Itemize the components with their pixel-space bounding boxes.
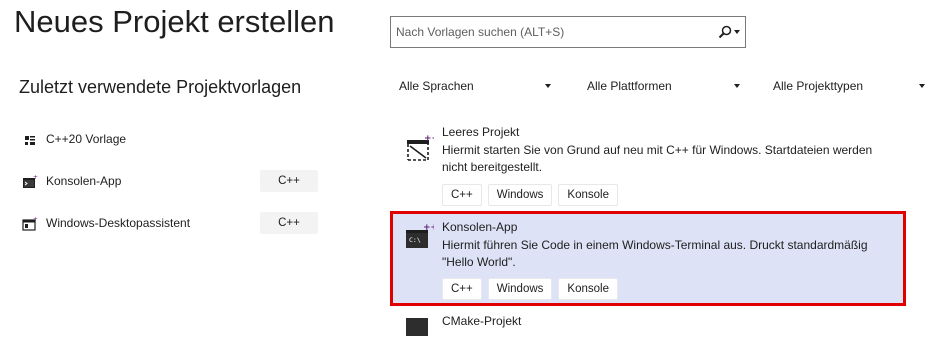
language-badge: C++: [260, 212, 318, 234]
desktop-wizard-icon: ++: [22, 216, 38, 231]
chevron-down-icon: [545, 84, 551, 88]
cpp-template-icon: [25, 136, 35, 145]
svg-text:++: ++: [423, 223, 434, 233]
project-type-filter-dropdown[interactable]: Alle Projekttypen: [765, 74, 933, 98]
tag-language: C++: [442, 278, 482, 300]
search-icon[interactable]: [718, 25, 732, 39]
tag-project-type: Konsole: [558, 184, 618, 206]
template-name: Leeres Projekt: [442, 125, 520, 139]
template-empty-project[interactable]: ++ Leeres Projekt Hiermit starten Sie vo…: [390, 120, 906, 210]
svg-text:++: ++: [424, 134, 434, 144]
svg-text:++: ++: [33, 216, 38, 223]
recent-item-label: C++20 Vorlage: [46, 132, 127, 146]
recent-item-console-app[interactable]: ++ Konsolen-App C++: [20, 170, 318, 193]
platform-filter-label: Alle Plattformen: [587, 79, 672, 93]
search-options-dropdown-icon[interactable]: [734, 30, 740, 34]
tag-platform: Windows: [487, 278, 553, 300]
template-tags: C++ Windows Konsole: [442, 278, 618, 300]
tag-platform: Windows: [487, 184, 553, 206]
language-filter-label: Alle Sprachen: [399, 79, 474, 93]
platform-filter-dropdown[interactable]: Alle Plattformen: [579, 74, 747, 98]
language-filter-dropdown[interactable]: Alle Sprachen: [391, 74, 559, 98]
template-description: Hiermit führen Sie Code in einem Windows…: [442, 238, 868, 269]
svg-text:++: ++: [33, 174, 38, 181]
tag-language: C++: [442, 184, 482, 206]
recent-item-label: Konsolen-App: [46, 174, 122, 188]
template-description: Hiermit starten Sie von Grund auf neu mi…: [442, 143, 873, 174]
template-search-input[interactable]: [391, 17, 716, 47]
tag-project-type: Konsole: [558, 278, 618, 300]
project-type-filter-label: Alle Projekttypen: [773, 79, 864, 93]
template-tags: C++ Windows Konsole: [442, 184, 618, 206]
template-search-box[interactable]: [390, 16, 746, 48]
recent-item-label: Windows-Desktopassistent: [46, 216, 191, 230]
page-title: Neues Projekt erstellen: [14, 4, 335, 39]
console-app-icon: ++: [23, 174, 38, 188]
recent-item-cpp20-template[interactable]: C++20 Vorlage: [20, 129, 310, 151]
chevron-down-icon: [919, 84, 925, 88]
template-console-app[interactable]: C:\ ++ Konsolen-App Hiermit führen Sie C…: [390, 211, 906, 306]
console-app-icon: C:\ ++: [406, 223, 434, 248]
recent-item-windows-desktop-wizard[interactable]: ++ Windows-Desktopassistent C++: [20, 212, 318, 235]
template-name: CMake-Projekt: [442, 314, 522, 328]
template-cmake-project[interactable]: CMake-Projekt: [390, 308, 906, 348]
language-badge: C++: [260, 170, 318, 192]
recent-templates-heading: Zuletzt verwendete Projektvorlagen: [19, 77, 302, 97]
chevron-down-icon: [734, 84, 740, 88]
cmake-project-icon: [406, 318, 428, 336]
empty-project-icon: ++: [407, 134, 434, 161]
svg-text:C:\: C:\: [409, 236, 421, 244]
template-name: Konsolen-App: [442, 220, 518, 234]
